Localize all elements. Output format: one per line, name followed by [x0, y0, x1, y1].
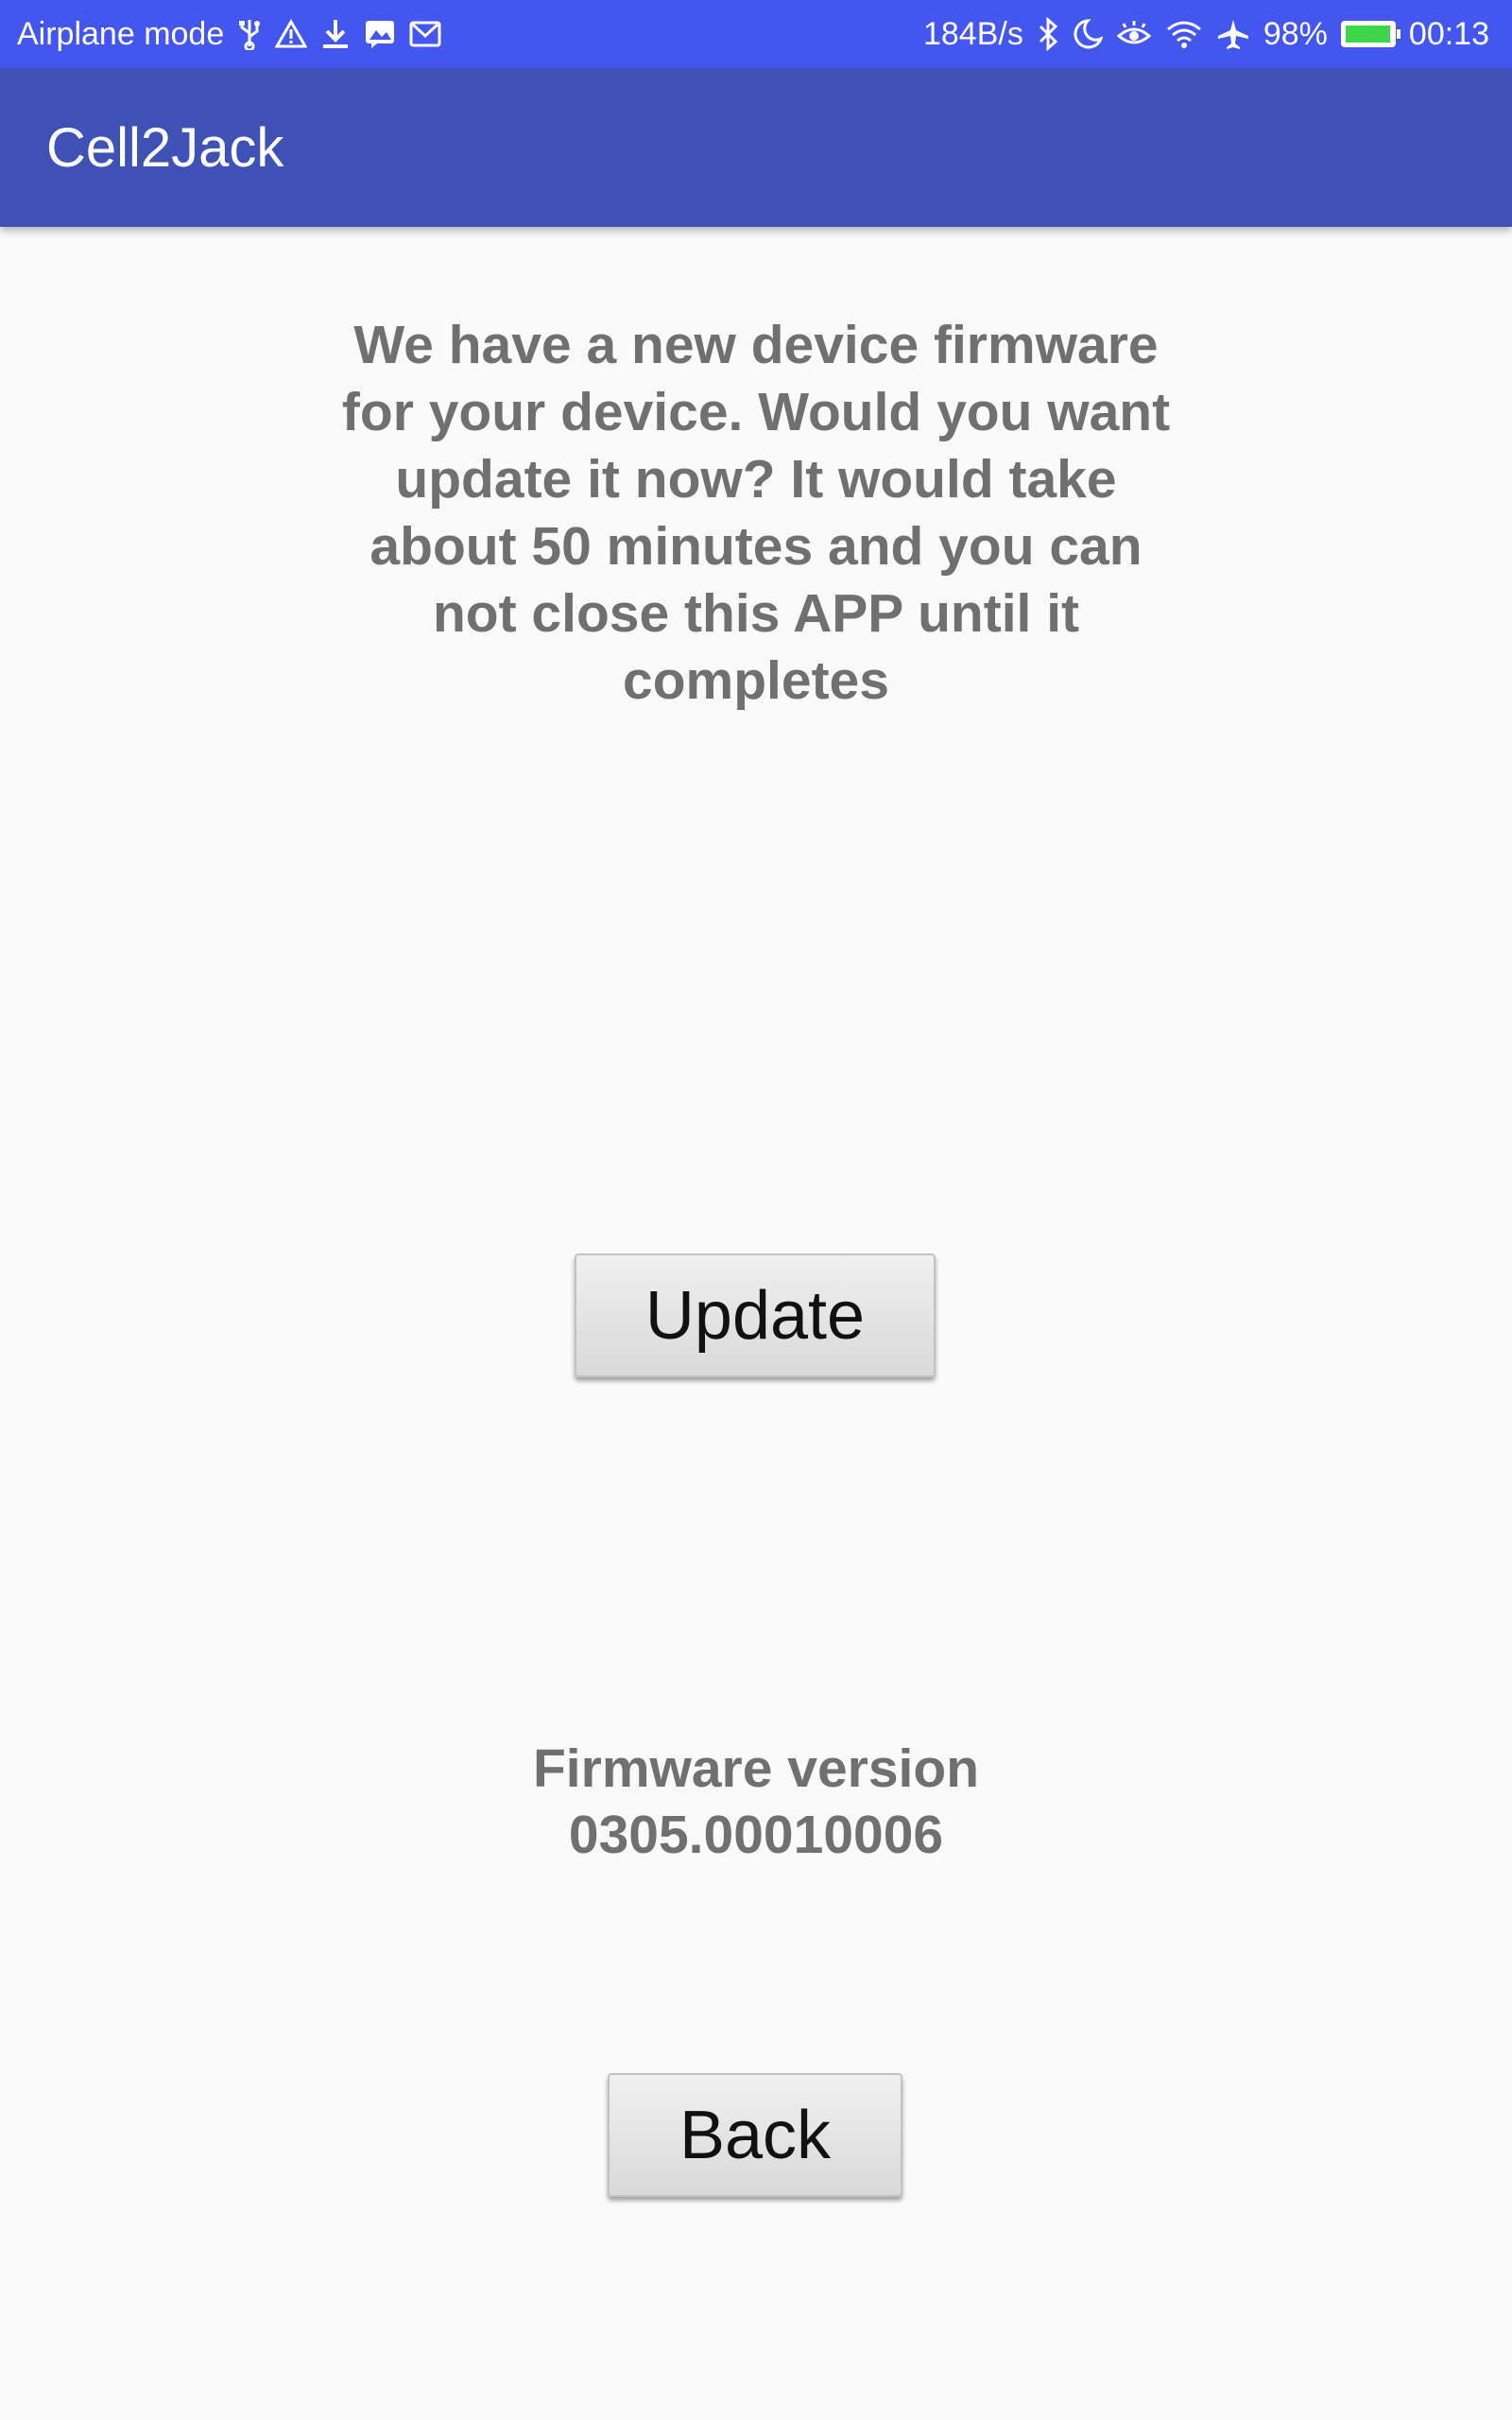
firmware-version-label: Firmware version: [532, 1738, 980, 1799]
battery-icon: [1340, 21, 1400, 47]
eye-icon: [1116, 19, 1152, 49]
image-notification-icon: [364, 19, 396, 49]
firmware-update-message: We have a new device firmware for your d…: [341, 315, 1171, 711]
status-bar: Airplane mode 184B/s 98% 00:13: [0, 0, 1512, 68]
battery-percent: 98%: [1263, 15, 1328, 52]
network-speed: 184B/s: [922, 15, 1023, 52]
airplane-icon: [1216, 18, 1250, 50]
usb-icon: [237, 18, 262, 50]
clock: 00:13: [1408, 15, 1489, 52]
app-bar: Cell2Jack: [0, 68, 1512, 227]
battery-fill: [1345, 26, 1390, 43]
update-button[interactable]: Update: [575, 1253, 936, 1377]
bluetooth-icon: [1037, 17, 1059, 51]
warning-icon: [275, 19, 308, 49]
download-icon: [320, 18, 351, 50]
firmware-version-value: 0305.00010006: [568, 1805, 944, 1865]
app-title: Cell2Jack: [46, 116, 284, 179]
airplane-mode-text: Airplane mode: [17, 15, 225, 52]
wifi-icon: [1165, 19, 1203, 49]
back-button[interactable]: Back: [608, 2073, 902, 2197]
moon-icon: [1073, 18, 1103, 50]
gmail-icon: [409, 20, 441, 48]
